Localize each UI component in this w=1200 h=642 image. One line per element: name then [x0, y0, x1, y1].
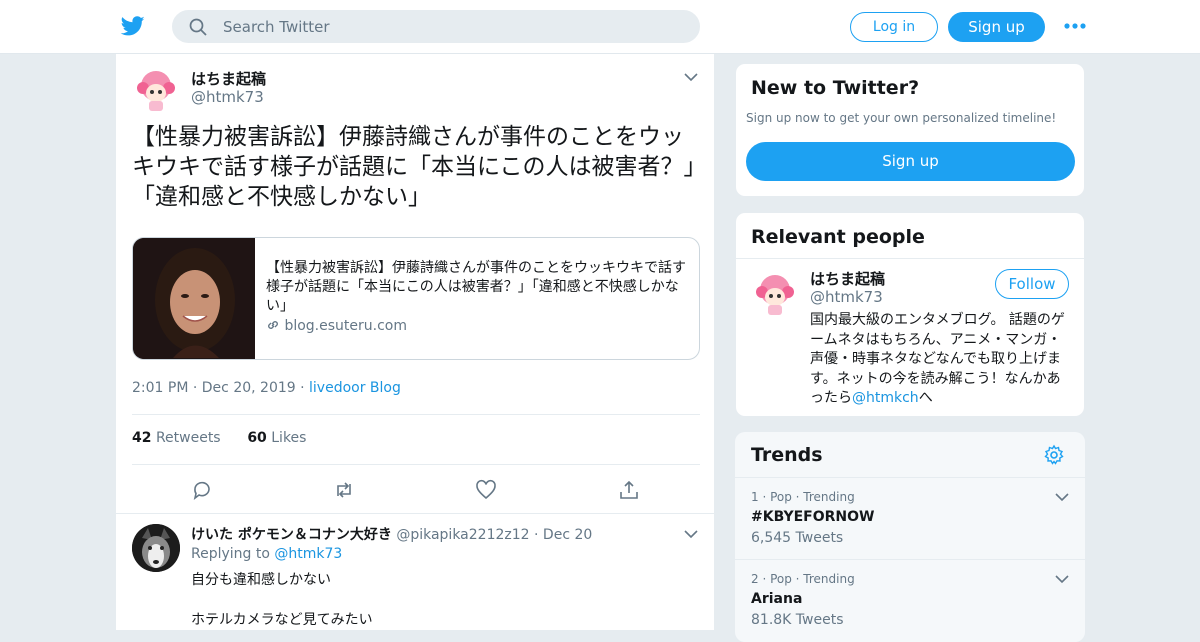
trend-name[interactable]: Ariana [751, 591, 802, 607]
reply-header: けいた ポケモン＆コナン大好き @pikapika2212z12 · Dec 2… [191, 524, 592, 544]
meta-dot: · [192, 380, 202, 396]
author-handle[interactable]: @htmk73 [191, 88, 264, 106]
divider [736, 258, 1084, 259]
avatar[interactable] [132, 66, 180, 114]
tweet-column: はちま起稿 @htmk73 【性暴力被害訴訟】伊藤詩織さんが事件のことをウッキウ… [115, 54, 715, 630]
follow-button[interactable]: Follow [995, 269, 1069, 299]
meta-dot: · [300, 380, 310, 396]
like-count: 60 [247, 430, 267, 446]
retweet-icon[interactable] [333, 479, 355, 501]
card-domain-text: blog.esuteru.com [284, 318, 407, 334]
signup-module-title: New to Twitter? [751, 77, 920, 99]
trend-item[interactable]: 1 · Pop · Trending #KBYEFORNOW 6,545 Twe… [735, 477, 1085, 559]
search-icon [189, 18, 207, 36]
tweet-text: 【性暴力被害訴訟】伊藤詩織さんが事件のことをウッキウキで話す様子が話題に「本当に… [132, 124, 696, 210]
twitter-bird-icon[interactable] [120, 14, 146, 38]
divider [132, 464, 700, 465]
trends-module: Trends 1 · Pop · Trending #KBYEFORNOW 6,… [735, 432, 1085, 642]
tweet-date[interactable]: Dec 20, 2019 [202, 380, 296, 396]
trend-count: 6,545 Tweets [751, 530, 844, 546]
reply-text-line: ホテルカメラなど見てみたい [191, 612, 373, 628]
likes-label: Likes [271, 430, 307, 446]
tweet-meta: 2:01 PM · Dec 20, 2019 · livedoor Blog [132, 380, 401, 396]
meta-dot: · [534, 527, 543, 543]
reply-text-line: 自分も違和感しかない [191, 572, 331, 588]
like-icon[interactable] [475, 479, 497, 501]
replying-label: Replying to [191, 546, 270, 562]
person-bio: 国内最大級のエンタメブログ。 話題のゲームネタはもちろん、アニメ・マンガ・声優・… [810, 311, 1072, 409]
retweets-label: Retweets [155, 430, 221, 446]
bio-mention-link[interactable]: @htmkch [852, 390, 919, 406]
like-stat[interactable]: 60 Likes [247, 430, 306, 446]
more-dots-icon[interactable] [1064, 22, 1086, 30]
reply-author-name[interactable]: けいた ポケモン＆コナン大好き [191, 527, 392, 543]
signup-module-subtitle: Sign up now to get your own personalized… [746, 111, 1057, 125]
replying-to-link[interactable]: @htmk73 [274, 546, 342, 562]
gear-icon[interactable] [1043, 444, 1065, 466]
tweet-stats: 42 Retweets 60 Likes [132, 430, 306, 446]
person-handle[interactable]: @htmk73 [810, 288, 883, 306]
signup-module: New to Twitter? Sign up now to get your … [735, 63, 1085, 197]
trends-title: Trends [751, 444, 823, 466]
link-icon [268, 321, 278, 329]
author-name[interactable]: はちま起稿 [191, 68, 266, 89]
trend-context: 1 · Pop · Trending [751, 490, 855, 504]
retweet-stat[interactable]: 42 Retweets [132, 430, 221, 446]
chevron-down-icon[interactable] [1055, 574, 1069, 584]
chevron-down-icon[interactable] [684, 72, 698, 82]
relevant-people-module: Relevant people はちま起稿 @htmk73 Follow 国内最… [735, 212, 1085, 417]
sidebar-signup-button[interactable]: Sign up [746, 142, 1075, 181]
avatar[interactable] [751, 270, 799, 318]
reply-author-handle[interactable]: @pikapika2212z12 [396, 527, 529, 543]
relevant-people-title: Relevant people [751, 226, 925, 248]
login-button[interactable]: Log in [850, 12, 938, 42]
reply-date[interactable]: Dec 20 [543, 527, 592, 543]
retweet-count: 42 [132, 430, 152, 446]
share-icon[interactable] [618, 479, 640, 501]
tweet-time[interactable]: 2:01 PM [132, 380, 188, 396]
divider [132, 414, 700, 415]
trend-name[interactable]: #KBYEFORNOW [751, 509, 875, 525]
avatar[interactable] [132, 524, 180, 572]
search-input[interactable] [223, 11, 683, 42]
person-bio-tail: へ [918, 390, 933, 406]
reply-tweet[interactable]: けいた ポケモン＆コナン大好き @pikapika2212z12 · Dec 2… [116, 513, 714, 630]
top-bar: Log in Sign up [0, 0, 1200, 54]
chevron-down-icon[interactable] [684, 529, 698, 539]
card-thumbnail [133, 238, 255, 359]
trend-item[interactable]: 2 · Pop · Trending Ariana 81.8K Tweets [735, 559, 1085, 641]
person-bio-text: 国内最大級のエンタメブログ。 話題のゲームネタはもちろん、アニメ・マンガ・声優・… [810, 312, 1065, 406]
signup-button[interactable]: Sign up [948, 12, 1045, 42]
link-card[interactable]: 【性暴力被害訴訟】伊藤詩織さんが事件のことをウッキウキで話す様子が話題に「本当に… [132, 237, 700, 360]
trend-context: 2 · Pop · Trending [751, 572, 855, 586]
reply-icon[interactable] [191, 479, 213, 501]
card-title[interactable]: 【性暴力被害訴訟】伊藤詩織さんが事件のことをウッキウキで話す様子が話題に「本当に… [266, 259, 691, 316]
card-domain[interactable]: blog.esuteru.com [266, 318, 407, 334]
chevron-down-icon[interactable] [1055, 492, 1069, 502]
tweet-source-link[interactable]: livedoor Blog [309, 380, 401, 396]
person-name[interactable]: はちま起稿 [810, 268, 885, 289]
trend-count: 81.8K Tweets [751, 612, 844, 628]
search-box[interactable] [172, 10, 700, 43]
replying-to: Replying to @htmk73 [191, 546, 342, 562]
